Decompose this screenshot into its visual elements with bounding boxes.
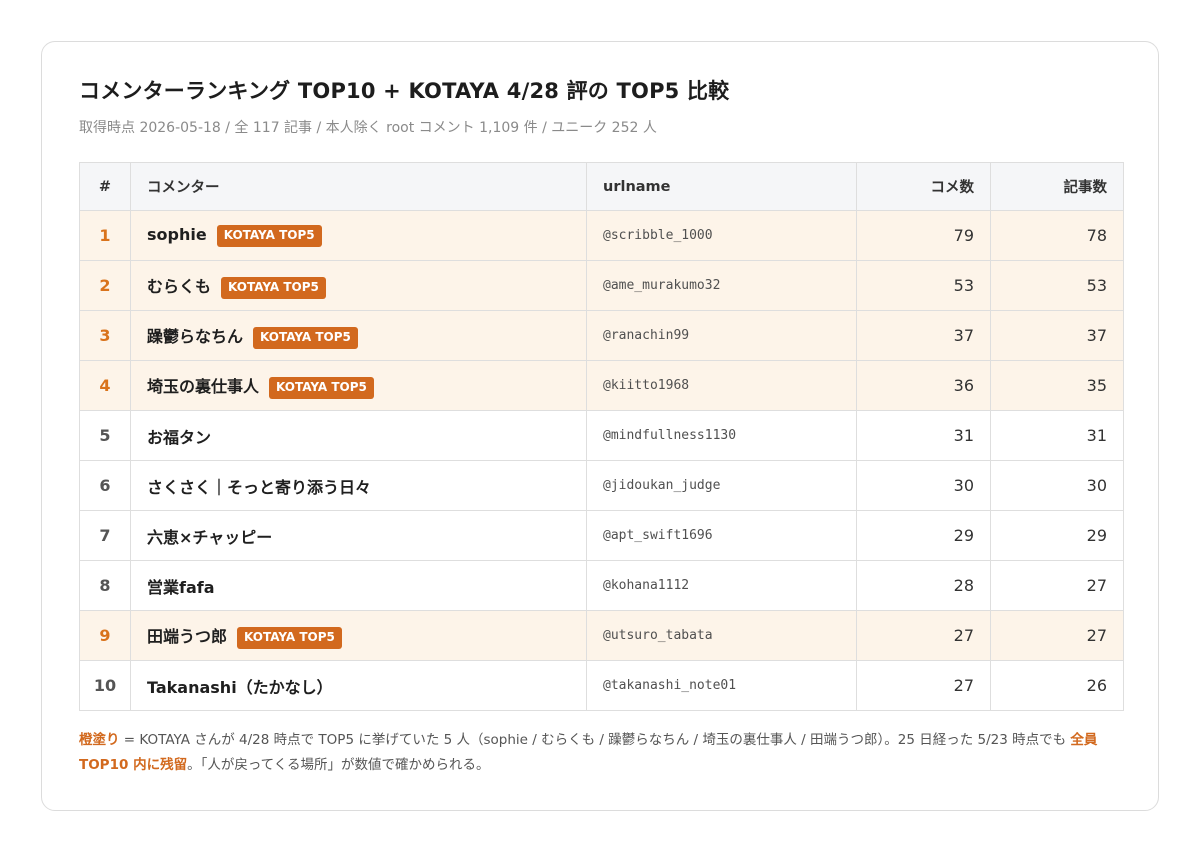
commenter-name: Takanashi（たかなし） — [147, 677, 333, 697]
rank-cell: 6 — [79, 460, 131, 511]
urlname-cell: @mindfullness1130 — [586, 410, 857, 461]
commenter-name: sophie — [147, 224, 207, 244]
article-count-cell: 37 — [990, 310, 1124, 361]
footnote-text: = KOTAYA さんが 4/28 時点で TOP5 に挙げていた 5 人（so… — [119, 732, 1071, 748]
commenter-cell: Takanashi（たかなし） — [130, 660, 587, 711]
commenter-name: 営業fafa — [147, 577, 215, 597]
table-row: 9 田端うつ郎 KOTAYA TOP5 @utsuro_tabata 27 27 — [79, 610, 1124, 661]
ranking-card: コメンターランキング TOP10 + KOTAYA 4/28 評の TOP5 比… — [41, 41, 1159, 811]
rank-cell: 9 — [79, 610, 131, 661]
article-count-cell: 27 — [990, 560, 1124, 611]
commenter-name: むらくも — [147, 276, 212, 296]
column-header-urlname: urlname — [586, 162, 857, 211]
kotaya-top5-badge: KOTAYA TOP5 — [237, 626, 342, 649]
article-count-cell: 78 — [990, 210, 1124, 261]
column-header-comments: コメ数 — [856, 162, 991, 211]
table-row: 5 お福タン @mindfullness1130 31 31 — [79, 410, 1124, 461]
comment-count-cell: 29 — [856, 510, 991, 561]
comment-count-cell: 27 — [856, 660, 991, 711]
commenter-cell: さくさく｜そっと寄り添う日々 — [130, 460, 587, 511]
urlname-cell: @takanashi_note01 — [586, 660, 857, 711]
rank-cell: 10 — [79, 660, 131, 711]
commenter-cell: sophie KOTAYA TOP5 — [130, 210, 587, 261]
commenter-cell: むらくも KOTAYA TOP5 — [130, 260, 587, 311]
comment-count-cell: 30 — [856, 460, 991, 511]
ranking-table: # コメンター urlname コメ数 記事数 1 sophie KOTAYA TO… — [79, 162, 1124, 711]
kotaya-top5-badge: KOTAYA TOP5 — [221, 276, 326, 299]
column-header-articles: 記事数 — [990, 162, 1124, 211]
table-header-row: # コメンター urlname コメ数 記事数 — [79, 162, 1124, 211]
commenter-name: お福タン — [147, 427, 212, 447]
column-header-commenter: コメンター — [130, 162, 587, 211]
commenter-cell: お福タン — [130, 410, 587, 461]
urlname-cell: @ame_murakumo32 — [586, 260, 857, 311]
comment-count-cell: 31 — [856, 410, 991, 461]
commenter-name: 埼玉の裏仕事人 — [147, 376, 260, 396]
article-count-cell: 30 — [990, 460, 1124, 511]
comment-count-cell: 79 — [856, 210, 991, 261]
column-header-rank: # — [79, 162, 131, 211]
rank-cell: 3 — [79, 310, 131, 361]
commenter-cell: 躁鬱らなちん KOTAYA TOP5 — [130, 310, 587, 361]
urlname-cell: @apt_swift1696 — [586, 510, 857, 561]
article-count-cell: 26 — [990, 660, 1124, 711]
commenter-name: さくさく｜そっと寄り添う日々 — [147, 477, 372, 497]
article-count-cell: 27 — [990, 610, 1124, 661]
commenter-cell: 六恵×チャッピー — [130, 510, 587, 561]
rank-cell: 1 — [79, 210, 131, 261]
urlname-cell: @kohana1112 — [586, 560, 857, 611]
rank-cell: 2 — [79, 260, 131, 311]
comment-count-cell: 37 — [856, 310, 991, 361]
table-row: 7 六恵×チャッピー @apt_swift1696 29 29 — [79, 510, 1124, 561]
table-row: 3 躁鬱らなちん KOTAYA TOP5 @ranachin99 37 37 — [79, 310, 1124, 361]
commenter-cell: 田端うつ郎 KOTAYA TOP5 — [130, 610, 587, 661]
rank-cell: 7 — [79, 510, 131, 561]
commenter-name: 躁鬱らなちん — [147, 326, 244, 346]
comment-count-cell: 53 — [856, 260, 991, 311]
table-row: 4 埼玉の裏仕事人 KOTAYA TOP5 @kiitto1968 36 35 — [79, 360, 1124, 411]
article-count-cell: 53 — [990, 260, 1124, 311]
comment-count-cell: 28 — [856, 560, 991, 611]
table-row: 8 営業fafa @kohana1112 28 27 — [79, 560, 1124, 611]
urlname-cell: @utsuro_tabata — [586, 610, 857, 661]
comment-count-cell: 27 — [856, 610, 991, 661]
ranking-table-body: 1 sophie KOTAYA TOP5 @scribble_1000 79 78 2 むらく… — [79, 210, 1124, 711]
article-count-cell: 29 — [990, 510, 1124, 561]
kotaya-top5-badge: KOTAYA TOP5 — [269, 376, 374, 399]
article-count-cell: 31 — [990, 410, 1124, 461]
commenter-name: 六恵×チャッピー — [147, 527, 273, 547]
rank-cell: 5 — [79, 410, 131, 461]
table-row: 10 Takanashi（たかなし） @takanashi_note01 27 26 — [79, 660, 1124, 711]
commenter-name: 田端うつ郎 — [147, 626, 228, 646]
page-subtitle: 取得時点 2026-05-18 / 全 117 記事 / 本人除く root コ… — [79, 120, 657, 136]
kotaya-top5-badge: KOTAYA TOP5 — [216, 224, 322, 247]
page-title: コメンターランキング TOP10 + KOTAYA 4/28 評の TOP5 比… — [79, 79, 730, 103]
urlname-cell: @jidoukan_judge — [586, 460, 857, 511]
footnote-lead: 橙塗り — [79, 732, 120, 748]
article-count-cell: 35 — [990, 360, 1124, 411]
footnote-text-end: 。「人が戻ってくる場所」が数値で確かめられる。 — [187, 757, 490, 773]
urlname-cell: @scribble_1000 — [586, 210, 857, 261]
rank-cell: 4 — [79, 360, 131, 411]
commenter-cell: 営業fafa — [130, 560, 587, 611]
commenter-cell: 埼玉の裏仕事人 KOTAYA TOP5 — [130, 360, 587, 411]
urlname-cell: @ranachin99 — [586, 310, 857, 361]
table-row: 1 sophie KOTAYA TOP5 @scribble_1000 79 78 — [79, 210, 1124, 261]
kotaya-top5-badge: KOTAYA TOP5 — [253, 326, 358, 349]
rank-cell: 8 — [79, 560, 131, 611]
footnote: 橙塗り = KOTAYA さんが 4/28 時点で TOP5 に挙げていた 5 … — [79, 728, 1129, 778]
table-row: 6 さくさく｜そっと寄り添う日々 @jidoukan_judge 30 30 — [79, 460, 1124, 511]
comment-count-cell: 36 — [856, 360, 991, 411]
urlname-cell: @kiitto1968 — [586, 360, 857, 411]
table-row: 2 むらくも KOTAYA TOP5 @ame_murakumo32 53 53 — [79, 260, 1124, 311]
